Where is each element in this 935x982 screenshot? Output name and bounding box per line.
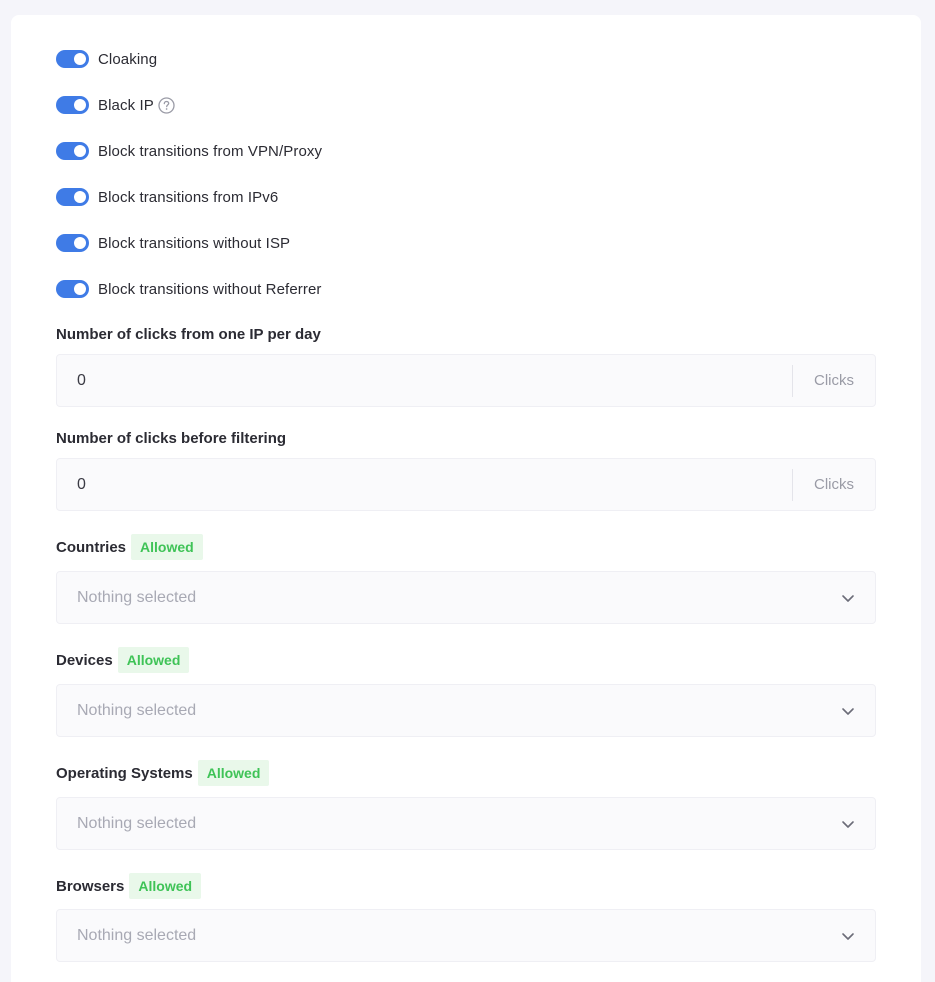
black-ip-toggle[interactable] bbox=[56, 96, 89, 114]
browsers-label: Browsers Allowed bbox=[56, 873, 202, 899]
operating-systems-placeholder: Nothing selected bbox=[77, 814, 197, 832]
clicks-per-ip-field: Clicks bbox=[56, 354, 876, 407]
browsers-allowed-badge[interactable]: Allowed bbox=[129, 873, 202, 899]
toggle-knob bbox=[74, 99, 86, 111]
isp-toggle[interactable] bbox=[56, 234, 89, 252]
cloaking-toggle[interactable] bbox=[56, 50, 89, 68]
clicks-unit: Clicks bbox=[814, 372, 854, 389]
toggle-label: Black IP bbox=[98, 96, 154, 114]
browsers-select[interactable]: Nothing selected bbox=[56, 909, 876, 962]
clicks-before-filtering-label: Number of clicks before filtering bbox=[56, 430, 287, 447]
countries-select[interactable]: Nothing selected bbox=[56, 571, 876, 624]
toggle-label: Block transitions from IPv6 bbox=[98, 188, 279, 206]
toggle-knob bbox=[74, 145, 86, 157]
toggle-label: Block transitions from VPN/Proxy bbox=[98, 142, 323, 160]
ipv6-toggle[interactable] bbox=[56, 188, 89, 206]
toggle-label: Block transitions without Referrer bbox=[98, 280, 322, 298]
vpn-proxy-toggle[interactable] bbox=[56, 142, 89, 160]
devices-label-text: Devices bbox=[56, 651, 113, 669]
clicks-per-ip-input[interactable] bbox=[57, 355, 792, 406]
operating-systems-label-text: Operating Systems bbox=[56, 764, 193, 782]
countries-placeholder: Nothing selected bbox=[77, 588, 197, 606]
countries-label: Countries Allowed bbox=[56, 534, 203, 560]
toggle-row-vpn-proxy: Block transitions from VPN/Proxy bbox=[56, 139, 322, 163]
countries-label-text: Countries bbox=[56, 538, 127, 556]
devices-allowed-badge[interactable]: Allowed bbox=[117, 647, 190, 673]
clicks-unit: Clicks bbox=[814, 476, 854, 493]
operating-systems-label: Operating Systems Allowed bbox=[56, 760, 270, 786]
toggle-row-isp: Block transitions without ISP bbox=[56, 231, 290, 255]
chevron-down-icon bbox=[842, 820, 854, 828]
toggle-row-ipv6: Block transitions from IPv6 bbox=[56, 185, 278, 209]
toggle-row-cloaking: Cloaking bbox=[56, 47, 157, 71]
toggle-knob bbox=[74, 237, 86, 249]
toggle-knob bbox=[74, 53, 86, 65]
devices-label: Devices Allowed bbox=[56, 647, 190, 673]
browsers-placeholder: Nothing selected bbox=[77, 926, 197, 944]
toggle-label: Block transitions without ISP bbox=[98, 234, 291, 252]
settings-card: Cloaking Black IP Block transitions from… bbox=[11, 15, 921, 982]
clicks-before-filtering-field: Clicks bbox=[56, 458, 876, 511]
referrer-toggle[interactable] bbox=[56, 280, 89, 298]
devices-select[interactable]: Nothing selected bbox=[56, 684, 876, 737]
toggle-row-black-ip: Black IP bbox=[56, 93, 175, 117]
question-circle-icon[interactable] bbox=[158, 96, 175, 114]
countries-allowed-badge[interactable]: Allowed bbox=[131, 534, 203, 560]
browsers-label-text: Browsers bbox=[56, 877, 125, 895]
chevron-down-icon bbox=[842, 707, 854, 715]
clicks-before-filtering-input[interactable] bbox=[57, 459, 792, 510]
toggle-knob bbox=[74, 283, 86, 295]
toggle-row-referrer: Block transitions without Referrer bbox=[56, 277, 322, 301]
chevron-down-icon bbox=[842, 932, 854, 940]
operating-systems-select[interactable]: Nothing selected bbox=[56, 797, 876, 850]
chevron-down-icon bbox=[842, 594, 854, 602]
operating-systems-allowed-badge[interactable]: Allowed bbox=[197, 760, 270, 786]
devices-placeholder: Nothing selected bbox=[77, 701, 197, 719]
toggle-label: Cloaking bbox=[98, 50, 158, 68]
clicks-per-ip-label: Number of clicks from one IP per day bbox=[56, 326, 321, 343]
toggle-knob bbox=[74, 191, 86, 203]
